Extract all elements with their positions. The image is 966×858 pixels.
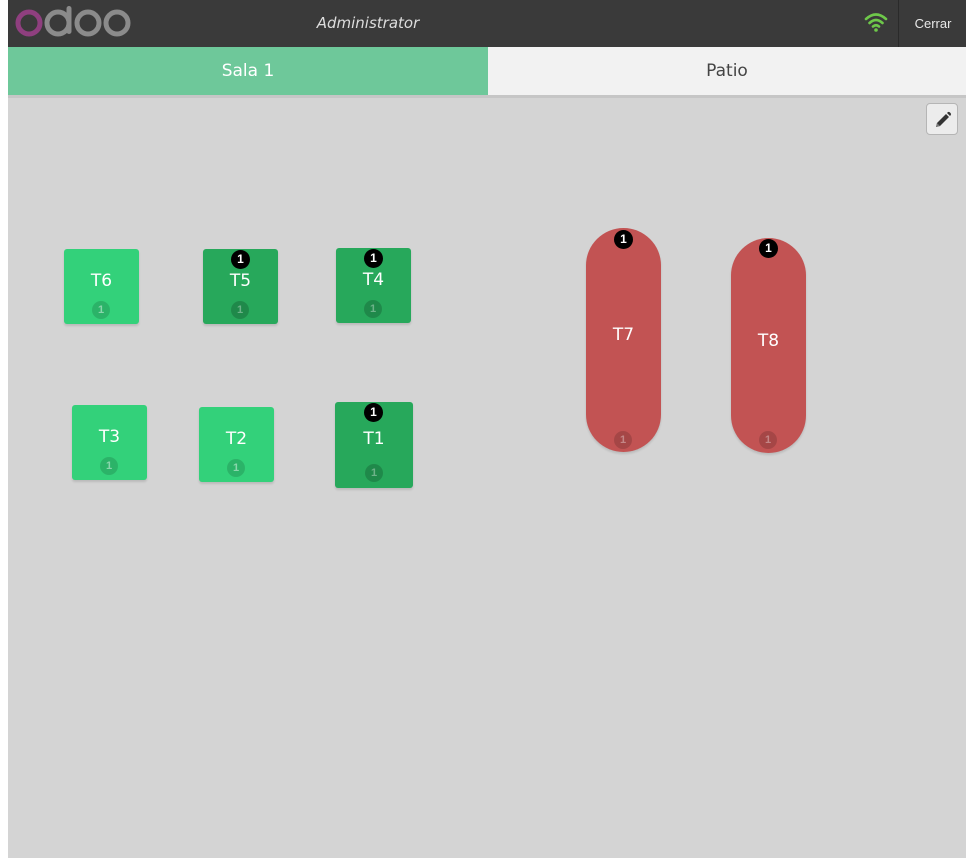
seats-badge: 1	[231, 301, 249, 319]
table-t3[interactable]: T3 1	[72, 405, 147, 480]
seats-badge: 1	[365, 464, 383, 482]
table-t1[interactable]: 1 T1 1	[335, 402, 413, 488]
table-t8[interactable]: 1 T8 1	[731, 238, 806, 453]
seats-badge: 1	[614, 431, 632, 449]
wifi-icon	[864, 13, 888, 32]
seats-badge: 1	[100, 457, 118, 475]
table-name: T5	[229, 271, 252, 291]
tabs-divider	[8, 95, 966, 98]
cashier-name[interactable]: Administrator	[208, 0, 528, 47]
order-count-badge: 1	[364, 249, 383, 268]
pos-floor-screen: Administrator Cerrar Sala 1 Patio T6 1 1…	[8, 0, 966, 858]
tab-sala-1[interactable]: Sala 1	[8, 47, 488, 95]
edit-floor-button[interactable]	[926, 103, 958, 135]
order-count-badge: 1	[759, 239, 778, 258]
order-count-badge: 1	[231, 250, 250, 269]
table-t7[interactable]: 1 T7 1	[586, 228, 661, 452]
seats-badge: 1	[759, 431, 777, 449]
order-count-badge: 1	[614, 230, 633, 249]
table-name: T8	[757, 331, 780, 351]
table-name: T2	[225, 429, 248, 449]
tab-patio[interactable]: Patio	[488, 47, 966, 95]
table-name: T4	[362, 270, 385, 290]
table-t4[interactable]: 1 T4 1	[336, 248, 411, 323]
table-name: T1	[363, 429, 385, 449]
seats-badge: 1	[92, 301, 110, 319]
table-t6[interactable]: T6 1	[64, 249, 139, 324]
seats-badge: 1	[227, 459, 245, 477]
table-t5[interactable]: 1 T5 1	[203, 249, 278, 324]
table-name: T3	[98, 427, 121, 447]
top-bar: Administrator Cerrar	[8, 0, 966, 47]
table-t2[interactable]: T2 1	[199, 407, 274, 482]
order-count-badge: 1	[364, 403, 383, 422]
close-button[interactable]: Cerrar	[898, 0, 966, 47]
seats-badge: 1	[364, 300, 382, 318]
pencil-icon	[936, 111, 952, 127]
floor-tabs: Sala 1 Patio	[8, 47, 966, 95]
table-name: T7	[612, 325, 635, 345]
table-name: T6	[90, 271, 113, 291]
odoo-logo	[15, 6, 131, 37]
